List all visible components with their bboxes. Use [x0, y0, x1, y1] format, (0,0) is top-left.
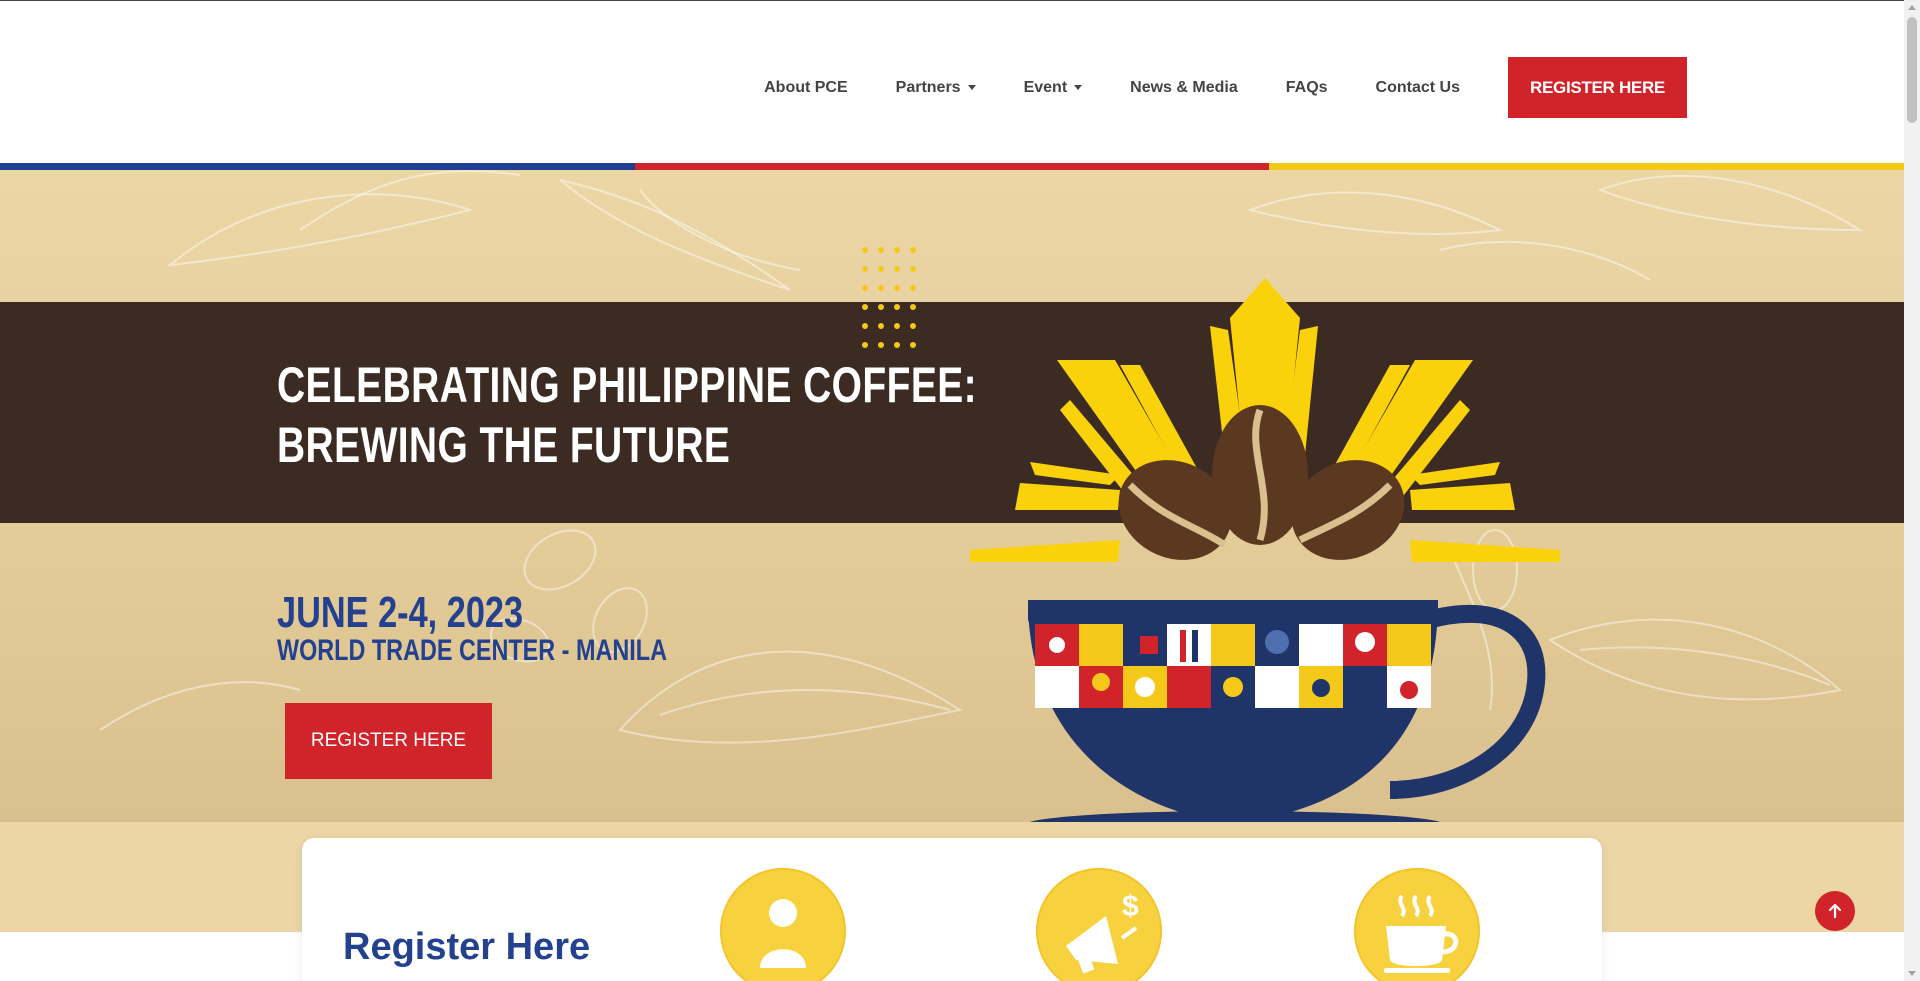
headline-line-1: CELEBRATING PHILIPPINE COFFEE:: [277, 357, 978, 413]
red-stripe: [634, 163, 1270, 170]
vertical-scrollbar[interactable]: [1904, 0, 1920, 981]
person-icon: [760, 899, 806, 968]
register-card: Register Here $: [302, 838, 1602, 981]
flag-stripes: [0, 163, 1905, 170]
arrow-up-icon: [1828, 903, 1842, 919]
header-register-button[interactable]: REGISTER HERE: [1508, 57, 1687, 118]
nav-item-faqs[interactable]: FAQs: [1286, 79, 1328, 97]
nav-item-label: FAQs: [1285, 78, 1328, 96]
nav-item-event[interactable]: Event: [1024, 79, 1083, 97]
scrollbar-thumb[interactable]: [1907, 17, 1917, 123]
nav-item-label: News & Media: [1130, 78, 1238, 96]
back-to-top-button[interactable]: [1815, 891, 1855, 931]
hero-headline-wrapper: CELEBRATING PHILIPPINE COFFEE: BREWING T…: [277, 355, 1174, 475]
nav-item-label: Event: [1023, 78, 1068, 96]
megaphone-icon-circle[interactable]: $: [1036, 868, 1162, 981]
nav-item-label: Contact Us: [1375, 78, 1460, 96]
blue-stripe: [0, 163, 635, 170]
scroll-up-icon[interactable]: [1908, 5, 1916, 10]
page: About PCE Partners Event News & Media FA…: [0, 0, 1920, 981]
hero-register-button[interactable]: REGISTER HERE: [285, 703, 492, 779]
svg-text:$: $: [1122, 890, 1139, 923]
person-icon-circle[interactable]: [720, 868, 846, 981]
nav-item-label: Partners: [895, 78, 961, 96]
caret-down-icon: [1074, 85, 1083, 90]
scroll-down-icon[interactable]: [1908, 971, 1916, 976]
nav-item-about[interactable]: About PCE: [764, 79, 848, 97]
site-header: About PCE Partners Event News & Media FA…: [0, 0, 1904, 163]
main-nav: About PCE Partners Event News & Media FA…: [764, 57, 1687, 118]
event-date: JUNE 2-4, 2023: [277, 588, 524, 637]
nav-item-contact[interactable]: Contact Us: [1376, 79, 1460, 97]
card-title: Register Here: [343, 926, 591, 968]
headline-line-2: BREWING THE FUTURE: [277, 417, 731, 473]
yellow-stripe: [1269, 163, 1905, 170]
megaphone-dollar-icon: $: [1066, 890, 1139, 974]
coffee-cup-icon: [1384, 894, 1459, 973]
nav-item-partners[interactable]: Partners: [896, 79, 976, 97]
nav-item-label: About PCE: [764, 78, 848, 96]
event-venue: WORLD TRADE CENTER - MANILA: [277, 634, 667, 667]
caret-down-icon: [967, 85, 976, 90]
nav-item-news-media[interactable]: News & Media: [1130, 79, 1238, 97]
hero-headline: CELEBRATING PHILIPPINE COFFEE: BREWING T…: [277, 355, 977, 475]
coffee-icon-circle[interactable]: [1354, 868, 1480, 981]
